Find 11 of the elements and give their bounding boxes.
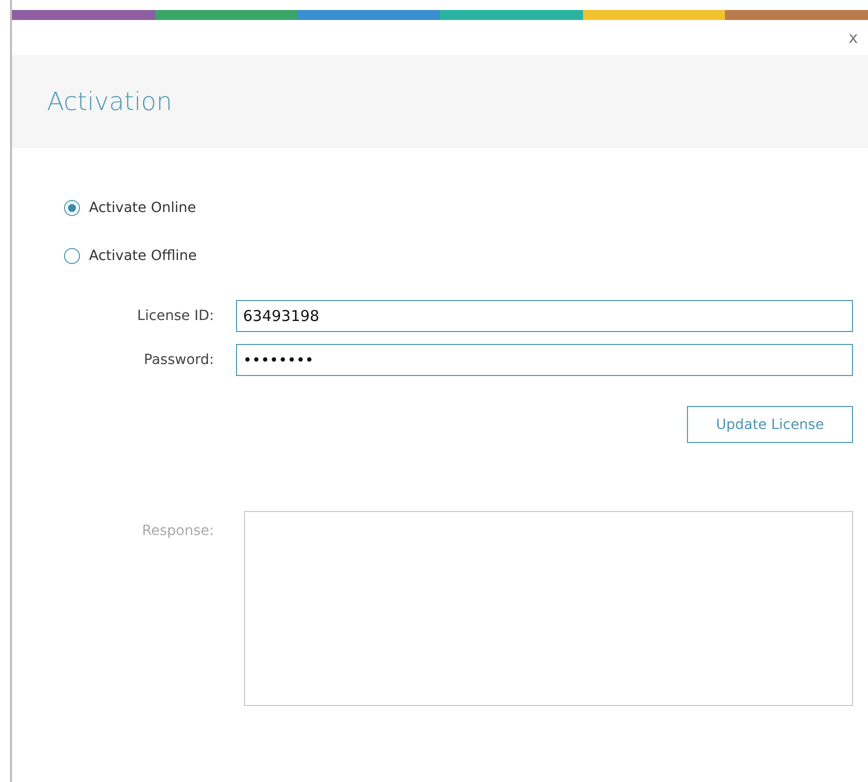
input-field[interactable]: 63493198 [236, 300, 853, 332]
radio-label[interactable]: Activate Online [89, 200, 196, 216]
field-label: Password: [142, 352, 214, 368]
radio-button[interactable] [64, 248, 80, 264]
radio-label[interactable]: Activate Offline [89, 248, 197, 264]
response-label: Response: [141, 522, 214, 539]
input-field[interactable]: •••••••• [236, 344, 853, 376]
field-label: License ID: [136, 308, 214, 324]
close-button[interactable]: x [844, 28, 862, 47]
radio-button[interactable] [64, 200, 80, 216]
dialog-title: Activation [47, 87, 172, 116]
